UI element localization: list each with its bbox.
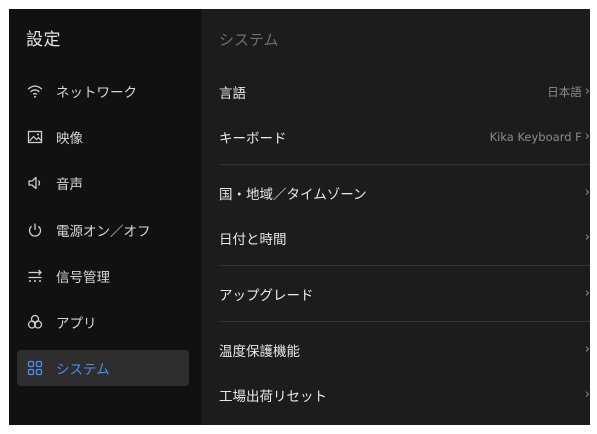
sidebar-item-label: 映像	[56, 131, 83, 148]
sidebar-item-label: アプリ	[56, 315, 97, 332]
setting-label: 国・地域／タイムゾーン	[219, 186, 367, 203]
setting-label: 日付と時間	[219, 231, 287, 248]
setting-language[interactable]: 言語 日本語 ›	[219, 69, 590, 114]
apps-icon	[26, 313, 44, 331]
page-title: システム	[219, 31, 279, 49]
setting-value: Kika Keyboard F	[489, 129, 582, 144]
system-icon	[26, 359, 44, 377]
sidebar-item-signal[interactable]: 信号管理	[17, 258, 189, 294]
sidebar-item-sound[interactable]: 音声	[17, 165, 189, 201]
sidebar-item-label: システム	[56, 362, 110, 379]
setting-region-timezone[interactable]: 国・地域／タイムゾーン ›	[219, 170, 590, 215]
signal-manage-icon	[26, 267, 44, 285]
settings-window: 設定 ネットワーク 映像 音声 電源オン／オフ 信号管理 アプリ システム シス…	[9, 9, 590, 425]
sidebar: 設定 ネットワーク 映像 音声 電源オン／オフ 信号管理 アプリ システム	[9, 9, 202, 425]
chevron-right-icon: ›	[584, 185, 590, 200]
chevron-right-icon: ›	[584, 129, 590, 144]
setting-upgrade[interactable]: アップグレード ›	[219, 271, 590, 316]
setting-label: 言語	[219, 85, 246, 102]
setting-value-group: ›	[584, 231, 590, 244]
sidebar-nav: ネットワーク 映像 音声 電源オン／オフ 信号管理 アプリ システム	[17, 73, 189, 396]
chevron-right-icon: ›	[584, 342, 590, 357]
setting-date-time[interactable]: 日付と時間 ›	[219, 215, 590, 260]
sidebar-item-label: ネットワーク	[56, 85, 137, 101]
divider	[219, 265, 590, 266]
setting-keyboard[interactable]: キーボード Kika Keyboard F ›	[219, 114, 590, 159]
divider	[219, 164, 590, 165]
setting-value: 日本語	[547, 84, 582, 99]
sidebar-item-system[interactable]: システム	[17, 350, 189, 387]
setting-factory-reset[interactable]: 工場出荷リセット ›	[219, 372, 590, 417]
sidebar-item-picture[interactable]: 映像	[17, 119, 189, 155]
picture-icon	[26, 128, 44, 146]
sidebar-item-label: 音声	[56, 177, 83, 194]
setting-label: 工場出荷リセット	[219, 388, 327, 405]
setting-value-group: ›	[584, 186, 590, 199]
setting-label: キーボード	[219, 130, 287, 147]
speaker-icon	[26, 174, 44, 192]
sidebar-item-network[interactable]: ネットワーク	[17, 73, 189, 109]
chevron-right-icon: ›	[584, 286, 590, 301]
setting-value-group: ›	[584, 343, 590, 356]
setting-thermal-protection[interactable]: 温度保護機能 ›	[219, 327, 590, 372]
setting-value-group: 日本語 ›	[547, 84, 590, 100]
sidebar-item-label: 電源オン／オフ	[56, 223, 151, 240]
setting-value-group: Kika Keyboard F ›	[490, 130, 590, 144]
settings-list: 言語 日本語 › キーボード Kika Keyboard F › 国・地域／タイ…	[219, 69, 590, 417]
chevron-right-icon: ›	[584, 230, 590, 245]
sidebar-item-label: 信号管理	[56, 269, 110, 286]
sidebar-item-power[interactable]: 電源オン／オフ	[17, 212, 189, 248]
setting-label: 温度保護機能	[219, 343, 300, 360]
setting-label: アップグレード	[219, 287, 314, 304]
wifi-icon	[26, 82, 44, 100]
power-icon	[26, 221, 44, 239]
sidebar-item-apps[interactable]: アプリ	[17, 304, 189, 340]
setting-value-group: ›	[584, 388, 590, 401]
system-settings-panel: システム 言語 日本語 › キーボード Kika Keyboard F › 国・…	[202, 9, 590, 425]
chevron-right-icon: ›	[584, 84, 590, 99]
divider	[219, 321, 590, 322]
sidebar-title: 設定	[26, 30, 61, 50]
chevron-right-icon: ›	[584, 387, 590, 402]
setting-value-group: ›	[584, 287, 590, 300]
